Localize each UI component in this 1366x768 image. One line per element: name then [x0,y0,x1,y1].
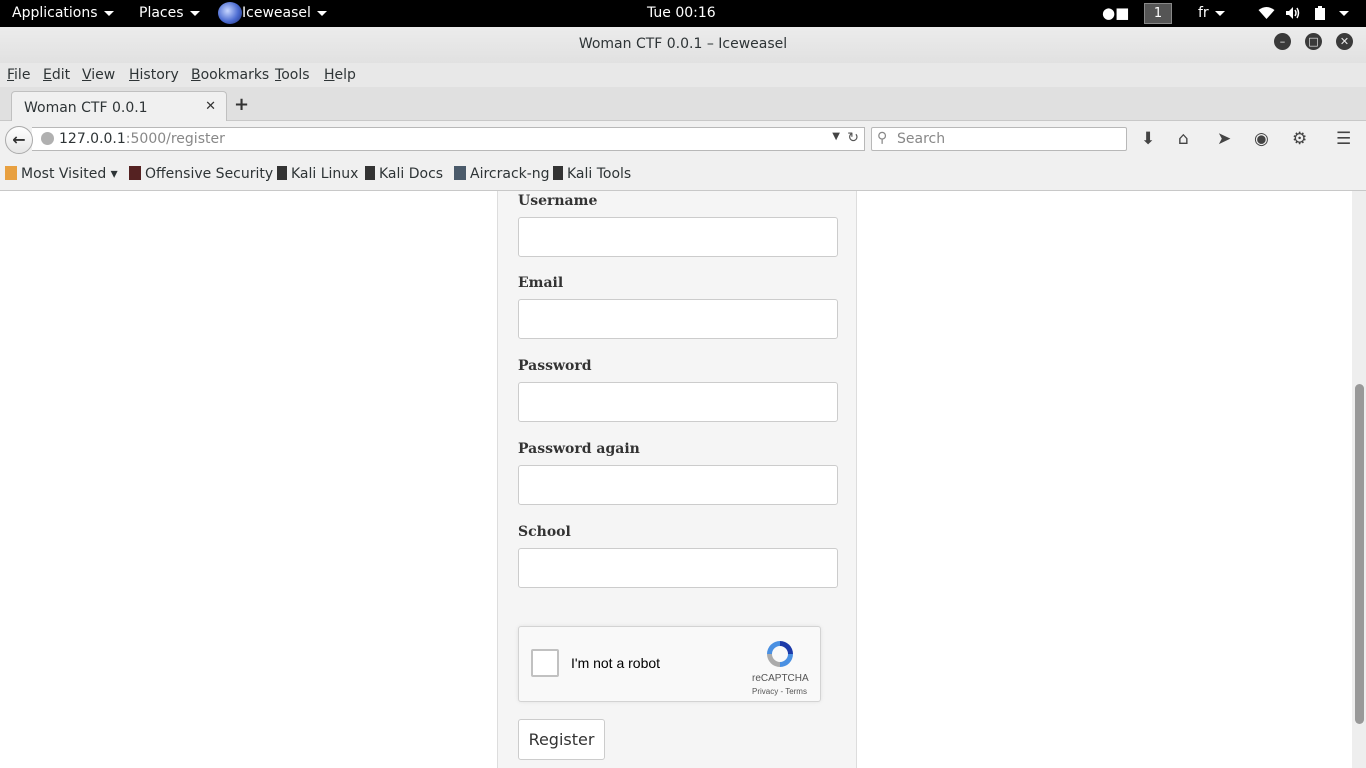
extension-icon[interactable]: ⚙ [1292,129,1307,149]
camera-icon[interactable]: ●■ [1102,0,1129,27]
wifi-icon[interactable] [1258,0,1275,27]
register-button[interactable]: Register [518,719,605,760]
keyboard-layout[interactable]: fr [1198,0,1225,27]
tab-woman-ctf[interactable]: Woman CTF 0.0.1 ✕ [11,91,227,122]
register-form: Username Email Password Password again S… [497,191,857,768]
bookmark-kali-tools[interactable]: Kali Tools [553,166,631,182]
password-input[interactable] [518,382,838,422]
kali-icon [365,166,375,180]
recaptcha-label: I'm not a robot [571,655,661,671]
offsec-icon [129,166,141,180]
back-button[interactable]: ← [5,126,33,154]
globe-icon [41,132,54,145]
bookmark-aircrack-ng[interactable]: Aircrack-ng [454,166,550,182]
school-label: School [518,524,571,540]
minimize-button[interactable]: – [1274,33,1291,50]
menu-bookmarks[interactable]: Bookmarks [191,67,269,83]
window-title: Woman CTF 0.0.1 – Iceweasel [578,36,788,52]
recaptcha-brand: reCAPTCHA [752,673,809,684]
username-input[interactable] [518,217,838,257]
chevron-down-icon [316,10,327,16]
kali-icon [277,166,287,180]
close-tab-icon[interactable]: ✕ [205,99,216,114]
email-label: Email [518,275,564,291]
page-content: Username Email Password Password again S… [0,191,1352,768]
reload-icon[interactable]: ↻ [847,130,859,146]
system-top-bar: Applications Places Iceweasel Tue 00:16 … [0,0,1366,27]
url-bar[interactable]: 127.0.0.1:5000/register ▼ ↻ [32,127,865,151]
folder-icon [5,166,17,180]
password-label: Password [518,358,592,374]
recaptcha-widget: I'm not a robot reCAPTCHA Privacy - Term… [518,626,821,702]
battery-icon[interactable] [1313,0,1350,27]
recaptcha-checkbox[interactable] [531,649,559,677]
search-input[interactable]: ⚲ Search [871,127,1127,151]
bookmark-offensive-security[interactable]: Offensive Security [129,166,273,182]
bookmark-kali-linux[interactable]: Kali Linux [277,166,358,182]
volume-icon[interactable] [1285,0,1302,27]
menu-edit[interactable]: Edit [43,67,70,83]
kali-icon [553,166,563,180]
url-dropdown-icon[interactable]: ▼ [832,131,840,142]
bookmark-most-visited[interactable]: Most Visited ▾ [5,166,118,182]
menu-history[interactable]: History [129,67,179,83]
menu-tools[interactable]: Tools [275,67,310,83]
chevron-down-icon [1339,10,1350,16]
download-icon[interactable]: ⬇ [1141,129,1155,149]
web-icon[interactable]: ◉ [1254,129,1269,149]
url-text: 127.0.0.1:5000/register [59,131,225,147]
tab-strip: Woman CTF 0.0.1 ✕ + [0,87,1366,122]
recaptcha-terms-link[interactable]: Privacy - Terms [752,687,807,696]
page-scrollbar[interactable] [1352,191,1366,768]
search-icon: ⚲ [877,130,888,146]
new-tab-button[interactable]: + [234,94,249,115]
menu-help[interactable]: Help [324,67,356,83]
menu-bar: File Edit View History Bookmarks Tools H… [0,63,1366,87]
chevron-down-icon [1214,10,1225,16]
school-input[interactable] [518,548,838,588]
bookmarks-toolbar: Most Visited ▾ Offensive Security Kali L… [0,157,1366,191]
close-button[interactable]: ✕ [1336,33,1353,50]
username-label: Username [518,193,598,209]
app-menu[interactable]: Iceweasel [218,0,327,27]
workspace-indicator[interactable]: 1 [1144,3,1172,24]
recaptcha-icon [767,641,793,667]
bookmark-kali-docs[interactable]: Kali Docs [365,166,443,182]
places-menu[interactable]: Places [139,0,200,27]
menu-view[interactable]: View [82,67,115,83]
navigation-bar: 127.0.0.1:5000/register ▼ ↻ ← ⚲ Search ⬇… [0,121,1366,157]
send-icon[interactable]: ➤ [1217,129,1231,149]
iceweasel-icon [218,2,242,24]
home-icon[interactable]: ⌂ [1178,129,1189,149]
window-title-bar: Woman CTF 0.0.1 – Iceweasel – □ ✕ [0,27,1366,63]
scrollbar-thumb[interactable] [1355,384,1364,724]
clock[interactable]: Tue 00:16 [647,0,716,27]
menu-file[interactable]: File [7,67,30,83]
chevron-down-icon [103,10,114,16]
password-again-input[interactable] [518,465,838,505]
password-again-label: Password again [518,441,640,457]
maximize-button[interactable]: □ [1305,33,1322,50]
tab-label: Woman CTF 0.0.1 [24,100,148,116]
aircrack-icon [454,166,466,180]
hamburger-menu-icon[interactable]: ☰ [1336,129,1351,149]
email-input[interactable] [518,299,838,339]
applications-menu[interactable]: Applications [12,0,114,27]
chevron-down-icon [189,10,200,16]
